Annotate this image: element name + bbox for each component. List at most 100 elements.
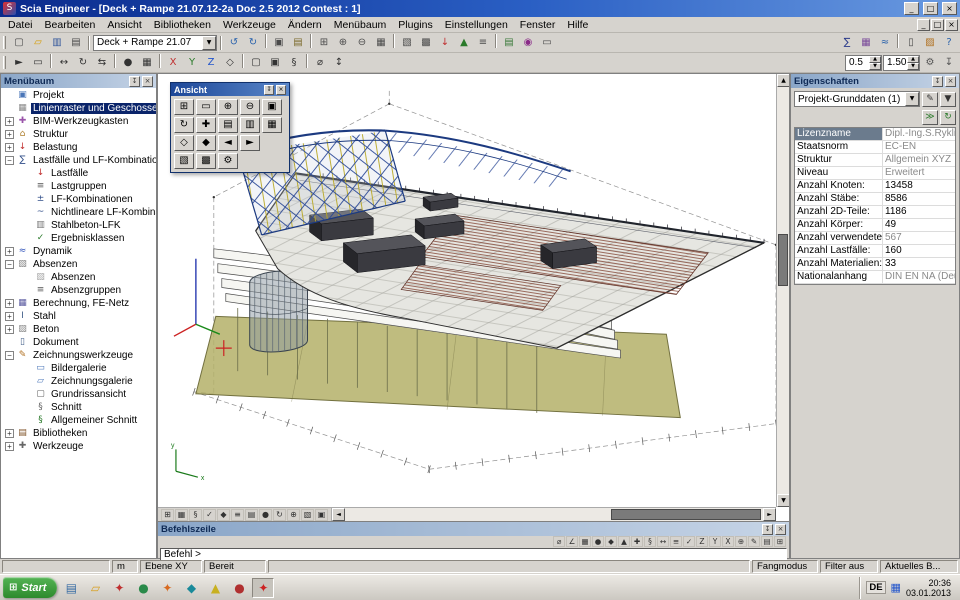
property-row-nationalanhang[interactable]: NationalanhangDIN EN NA (Deutschlan... <box>795 271 955 284</box>
view-settings-icon[interactable]: ⚙ <box>218 153 238 169</box>
minimize-button[interactable]: _ <box>904 2 919 15</box>
box-toggle-icon[interactable]: ▣ <box>315 509 328 521</box>
cmd-plane-x-icon[interactable]: X <box>722 536 734 547</box>
menu-bearbeiten[interactable]: Bearbeiten <box>39 18 102 32</box>
mdi-close-button[interactable]: × <box>945 19 958 31</box>
status-fangmodus[interactable]: Fangmodus <box>752 560 818 573</box>
nodes-toggle-icon[interactable]: ● <box>259 509 272 521</box>
property-row-niveau[interactable]: NiveauErweitert <box>795 167 955 180</box>
tree-item-lastgruppen[interactable]: ≡Lastgruppen <box>1 180 156 193</box>
snap-toggle-icon[interactable]: ✓ <box>203 509 216 521</box>
cmd-layers-icon[interactable]: ▤ <box>761 536 773 547</box>
new-document-icon[interactable]: ▢ <box>10 34 28 51</box>
section-toggle-icon[interactable]: § <box>189 509 202 521</box>
viewport-horizontal-scrollbar[interactable]: ◄ ► <box>332 508 776 521</box>
section-view-icon[interactable]: § <box>285 54 303 71</box>
property-value[interactable]: 33 <box>883 258 955 270</box>
quicklaunch-app-icon-5[interactable]: ● <box>228 578 250 598</box>
save-icon[interactable]: ▥ <box>48 34 66 51</box>
quicklaunch-desktop-icon[interactable]: ▤ <box>60 578 82 598</box>
tree-item-dynamik[interactable]: +≈Dynamik <box>1 245 156 258</box>
property-row-struktur[interactable]: StrukturAllgemein XYZ <box>795 154 955 167</box>
cmd-angle-icon[interactable]: ∠ <box>566 536 578 547</box>
labels-toggle-icon[interactable]: ≡ <box>231 509 244 521</box>
scale-spinner-2[interactable]: 1.50 ▲ ▼ <box>883 55 920 71</box>
menu-einstellungen[interactable]: Einstellungen <box>439 18 514 32</box>
project-combo[interactable]: Deck + Rampe 21.07 ▼ <box>93 35 217 51</box>
quicklaunch-app-icon-1[interactable]: ● <box>132 578 154 598</box>
tree-expander-icon[interactable]: + <box>5 130 14 139</box>
tree-item-stahlbeton-lfk[interactable]: ▥Stahlbeton-LFK <box>1 219 156 232</box>
view-z-icon[interactable]: Z <box>202 54 220 71</box>
select-arrow-icon[interactable]: ► <box>10 54 28 71</box>
tree-item-bibliotheken[interactable]: +▤Bibliotheken <box>1 427 156 440</box>
view-palette[interactable]: Ansicht ↧ × ⊞▭⊕⊖▣↻✚▤▥▦◇◆◄►▧▩⚙ <box>170 82 290 173</box>
tree-item-allgemeiner-schnitt[interactable]: §Allgemeiner Schnitt <box>1 414 156 427</box>
zoom-all-icon[interactable]: ▦ <box>372 34 390 51</box>
menu-plugins[interactable]: Plugins <box>392 18 438 32</box>
wireframe-icon[interactable]: ▧ <box>174 153 194 169</box>
tree-item-lf-kombinationen[interactable]: ±LF-Kombinationen <box>1 193 156 206</box>
clipping-box-icon[interactable]: ▭ <box>538 34 556 51</box>
tree-expander-icon[interactable]: + <box>5 247 14 256</box>
property-row-anzahl-2d-teile[interactable]: Anzahl 2D-Teile:1186 <box>795 206 955 219</box>
menu-werkzeuge[interactable]: Werkzeuge <box>217 18 282 32</box>
zoom-window-icon[interactable]: ⊞ <box>315 34 333 51</box>
menu-ändern[interactable]: Ändern <box>282 18 328 32</box>
quicklaunch-scia-esa-icon[interactable]: ✦ <box>108 578 130 598</box>
tree-item-absenzgruppen[interactable]: ≡Absenzgruppen <box>1 284 156 297</box>
property-value[interactable]: 49 <box>883 219 955 231</box>
property-value[interactable]: Allgemein XYZ <box>883 154 955 166</box>
cmd-list-icon[interactable]: ≡ <box>670 536 682 547</box>
action-refresh-icon[interactable]: ↻ <box>940 110 956 125</box>
scroll-down-icon[interactable]: ▼ <box>777 494 790 507</box>
perspective-icon[interactable]: ◆ <box>196 135 216 151</box>
axonometry-icon[interactable]: ◇ <box>221 54 239 71</box>
refresh-view-icon[interactable]: ↻ <box>273 509 286 521</box>
view-x-icon[interactable]: X <box>164 54 182 71</box>
document-icon[interactable]: ▯ <box>902 34 920 51</box>
spin-up-icon[interactable]: ▲ <box>907 56 919 63</box>
hide-surfaces-icon[interactable]: ▢ <box>247 54 265 71</box>
show-supports-icon[interactable]: ▲ <box>455 34 473 51</box>
close-icon[interactable]: × <box>142 76 153 87</box>
language-indicator[interactable]: DE <box>866 581 885 594</box>
previous-view-icon[interactable]: ◄ <box>218 135 238 151</box>
menu-ansicht[interactable]: Ansicht <box>101 18 147 32</box>
tree-item-belastung[interactable]: +↓Belastung <box>1 141 156 154</box>
zoom-in-icon[interactable]: ⊕ <box>218 99 238 115</box>
view-side-icon[interactable]: ▦ <box>262 117 282 133</box>
tree-item-grundrissansicht[interactable]: ▢Grundrissansicht <box>1 388 156 401</box>
tree-expander-icon[interactable]: − <box>5 351 14 360</box>
render-icon[interactable]: ▩ <box>196 153 216 169</box>
property-value[interactable]: EC-EN <box>883 141 955 153</box>
cmd-section-icon[interactable]: § <box>644 536 656 547</box>
view-settings-icon[interactable]: ⚙ <box>921 54 939 71</box>
tree-item-dokument[interactable]: ▯Dokument <box>1 336 156 349</box>
mdi-restore-button[interactable]: □ <box>931 19 944 31</box>
menu-menübaum[interactable]: Menübaum <box>328 18 393 32</box>
measure-icon[interactable]: ↕ <box>330 54 348 71</box>
tree-item-projekt[interactable]: ▣Projekt <box>1 89 156 102</box>
tree-expander-icon[interactable]: + <box>5 429 14 438</box>
shrink-elements-icon[interactable]: ▣ <box>266 54 284 71</box>
status-filter-aus[interactable]: Filter aus <box>820 560 878 573</box>
cmd-plane-z-icon[interactable]: Z <box>696 536 708 547</box>
layers-toggle-icon[interactable]: ▤ <box>245 509 258 521</box>
tree-expander-icon[interactable]: + <box>5 442 14 451</box>
redo-icon[interactable]: ↻ <box>244 34 262 51</box>
scroll-left-icon[interactable]: ◄ <box>332 508 345 521</box>
help-icon[interactable]: ? <box>940 34 958 51</box>
chevron-down-icon[interactable]: ▼ <box>202 36 216 50</box>
property-row-anzahl-lastfälle[interactable]: Anzahl Lastfälle:160 <box>795 245 955 258</box>
status-aktuelles-b[interactable]: Aktuelles B... <box>880 560 958 573</box>
property-filter-icon[interactable]: ▼ <box>940 92 956 107</box>
tree-item-absenzen[interactable]: ▧Absenzen <box>1 271 156 284</box>
tree-expander-icon[interactable]: + <box>5 117 14 126</box>
undo-icon[interactable]: ↺ <box>225 34 243 51</box>
tree-item-zeichnungswerkzeuge[interactable]: −✎Zeichnungswerkzeuge <box>1 349 156 362</box>
rotate-icon[interactable]: ↻ <box>74 54 92 71</box>
title-bar[interactable]: S Scia Engineer - [Deck + Rampe 21.07.12… <box>0 0 960 17</box>
mdi-minimize-button[interactable]: _ <box>917 19 930 31</box>
scroll-right-icon[interactable]: ► <box>763 508 776 521</box>
